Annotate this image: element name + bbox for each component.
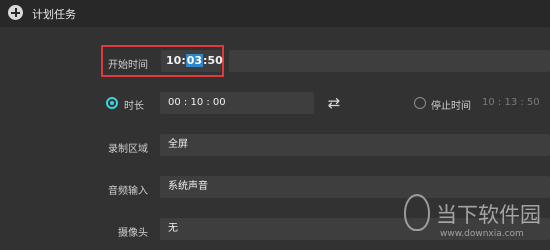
start-hours[interactable]: 10	[166, 54, 181, 67]
watermark-text: 当下软件园	[436, 203, 541, 227]
duration-label: 时长	[124, 101, 144, 112]
start-seconds[interactable]: 50	[207, 54, 222, 67]
watermark-url: www.downxia.com	[440, 229, 524, 239]
stop-time-label: 停止时间	[431, 101, 471, 112]
stop-time-value: 10 : 13 : 50	[482, 97, 540, 108]
start-time-input[interactable]: 10:03:50	[161, 50, 223, 72]
plus-circle-icon[interactable]	[8, 5, 23, 20]
record-region-label: 录制区域	[108, 144, 148, 155]
watermark-logo-icon	[404, 194, 430, 231]
record-region-select[interactable]: 全屏	[160, 134, 550, 156]
start-minutes[interactable]: 03	[185, 54, 204, 67]
start-time-label: 开始时间	[108, 60, 148, 71]
start-time-row-field	[229, 50, 550, 72]
camera-label: 摄像头	[118, 228, 148, 239]
swap-arrows-icon[interactable]: ⇄	[323, 93, 345, 113]
duration-input[interactable]: 00 : 10 : 00	[160, 92, 314, 114]
title-bar: 计划任务	[0, 0, 550, 27]
stop-time-radio[interactable]	[414, 97, 426, 109]
duration-radio[interactable]	[106, 97, 118, 109]
window-title: 计划任务	[32, 8, 76, 21]
audio-input-select[interactable]: 系统声音	[160, 176, 550, 198]
audio-input-label: 音频输入	[108, 186, 148, 197]
